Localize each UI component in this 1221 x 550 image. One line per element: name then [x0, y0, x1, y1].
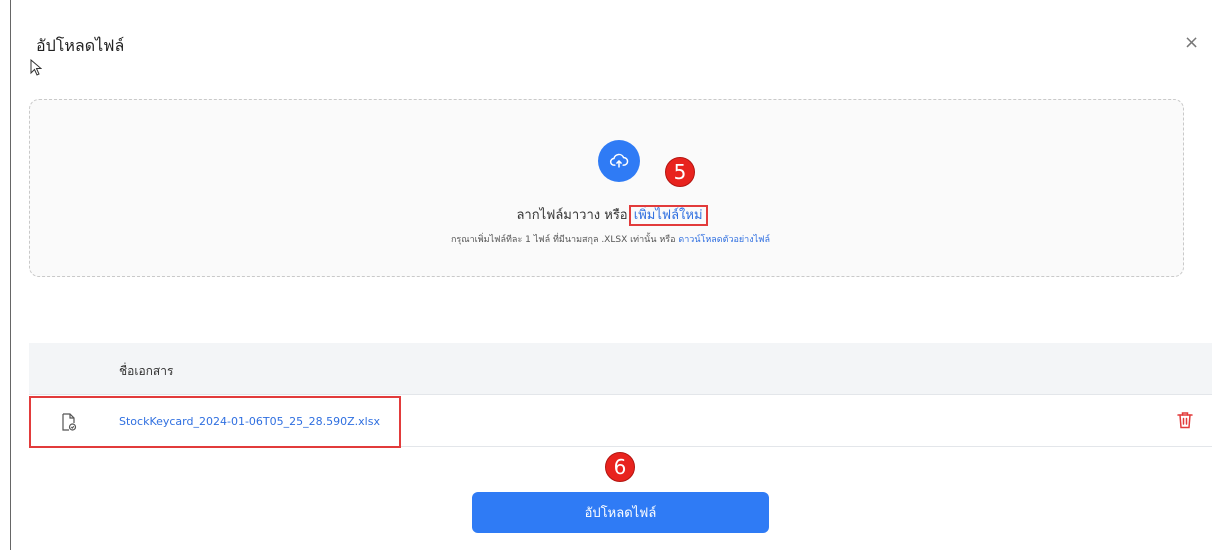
dropzone-instruction: ลากไฟล์มาวาง หรือ เพิ่มไฟล์ใหม่ — [0, 204, 1221, 226]
file-dropzone[interactable] — [29, 99, 1184, 277]
close-icon[interactable]: × — [1184, 34, 1199, 52]
dropzone-hint-text: กรุณาเพิ่มไฟล์ทีละ 1 ไฟล์ ที่มีนามสกุล .… — [450, 235, 679, 245]
file-row-highlight — [29, 396, 401, 448]
mouse-cursor-icon — [30, 58, 43, 81]
table-header: ชื่อเอกสาร — [29, 343, 1212, 395]
upload-file-button[interactable]: อัปโหลดไฟล์ — [472, 492, 769, 533]
step-badge-6: 6 — [605, 452, 635, 482]
dropzone-text: ลากไฟล์มาวาง หรือ — [516, 208, 632, 223]
cloud-upload-icon[interactable] — [598, 140, 640, 182]
download-sample-link[interactable]: ดาวน์โหลดตัวอย่างไฟล์ — [678, 235, 770, 245]
left-border — [10, 0, 11, 550]
column-document-name: ชื่อเอกสาร — [119, 364, 174, 378]
dialog-title: อัปโหลดไฟล์ — [36, 36, 125, 55]
add-new-file-link[interactable]: เพิ่มไฟล์ใหม่ — [628, 205, 708, 226]
dropzone-hint: กรุณาเพิ่มไฟล์ทีละ 1 ไฟล์ ที่มีนามสกุล .… — [0, 232, 1221, 246]
step-badge-5: 5 — [665, 157, 695, 187]
trash-icon[interactable] — [1177, 411, 1193, 433]
